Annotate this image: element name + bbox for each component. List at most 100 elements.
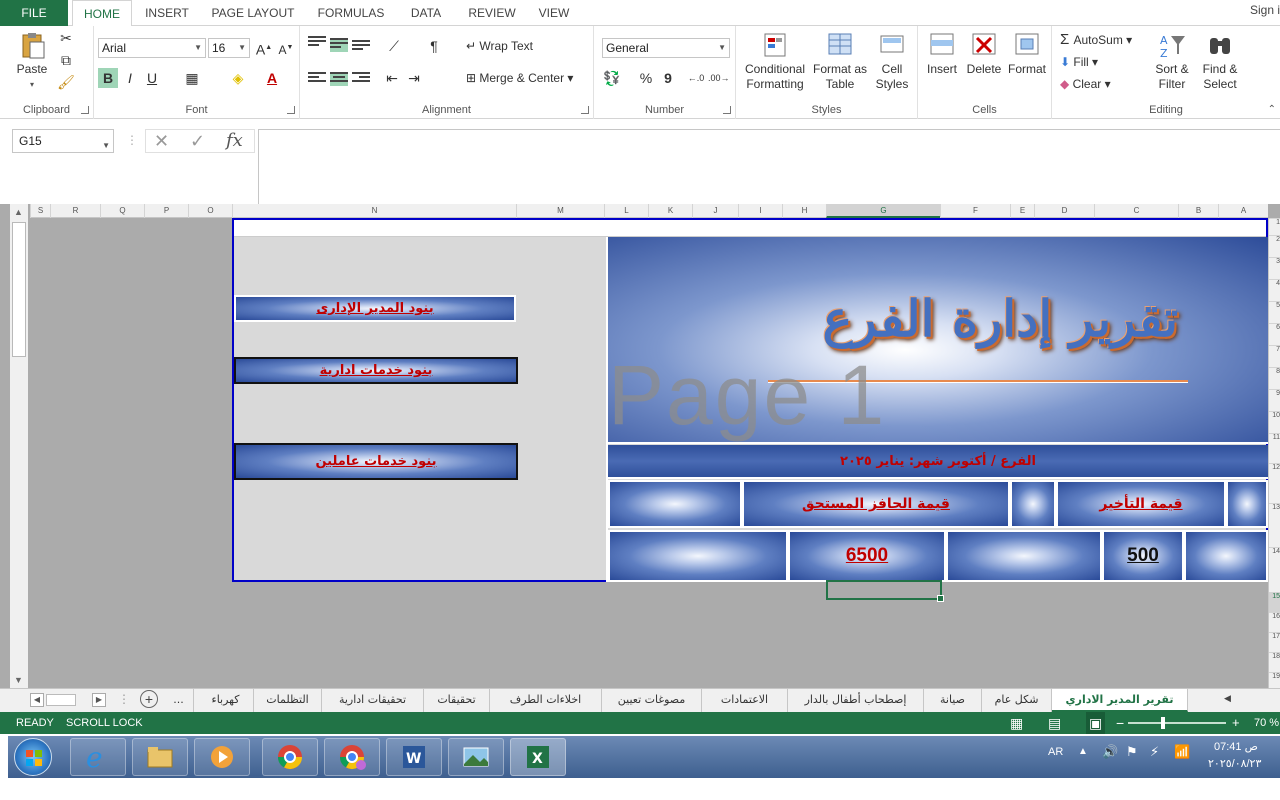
font-size-dropdown[interactable]: 16 ▼ [208, 38, 250, 58]
scroll-thumb[interactable] [12, 222, 26, 357]
sheet-tab[interactable]: الاعتمادات [702, 689, 788, 712]
column-header[interactable]: K [648, 204, 692, 218]
row-header[interactable]: 14 [1269, 547, 1280, 592]
scroll-down-icon[interactable]: ▼ [14, 675, 23, 685]
clock-time[interactable]: 07:41 ص [1214, 740, 1258, 753]
cell-styles-button[interactable]: Cell Styles [870, 30, 914, 92]
column-header[interactable]: O [188, 204, 232, 218]
network-icon[interactable]: 📶 [1174, 744, 1190, 760]
selected-cell-g15[interactable] [826, 580, 944, 602]
vertical-scrollbar[interactable]: ▲ ▼ [10, 204, 28, 688]
row-header[interactable]: 3 [1269, 257, 1280, 279]
paste-button[interactable]: Paste ▾ [12, 30, 52, 92]
row-header[interactable]: 12 [1269, 463, 1280, 503]
align-top-icon[interactable] [308, 36, 326, 50]
number-launcher[interactable] [723, 106, 731, 114]
fill-color-icon[interactable]: ◈ [228, 68, 248, 88]
row-header[interactable]: 10 [1269, 411, 1280, 433]
column-header-selected[interactable]: G [826, 204, 940, 218]
tab-file[interactable]: FILE [0, 0, 68, 26]
new-sheet-icon[interactable]: + [140, 690, 158, 708]
row-header[interactable]: 4 [1269, 279, 1280, 301]
rtl-direction-icon[interactable]: ¶ [424, 36, 444, 56]
sheet-tab-more[interactable]: ... [164, 689, 194, 712]
windows-start-icon[interactable] [14, 738, 52, 776]
column-header[interactable]: S [30, 204, 50, 218]
sheet-tab-active[interactable]: تقرير المدير الاداري [1052, 689, 1188, 712]
sheet-tab[interactable]: تحقيقات [424, 689, 490, 712]
decrease-indent-icon[interactable]: ⇤ [382, 68, 402, 88]
italic-button[interactable]: I [120, 68, 140, 88]
cut-icon[interactable]: ✂ [56, 28, 76, 48]
tab-home[interactable]: HOME [72, 0, 132, 27]
column-header[interactable]: H [782, 204, 826, 218]
power-icon[interactable]: ⚡ [1150, 744, 1159, 760]
admin-manager-items-button[interactable]: بنود المدير الإدارى [234, 295, 516, 322]
sheet-tab[interactable]: التظلمات [254, 689, 322, 712]
sheet-tab[interactable]: شكل عام [982, 689, 1052, 712]
tab-insert[interactable]: INSERT [140, 0, 194, 26]
zoom-level[interactable]: 70 % [1254, 712, 1279, 734]
row-header[interactable]: 17 [1269, 632, 1280, 652]
format-cells-button[interactable]: Format [1006, 30, 1048, 77]
delete-cells-button[interactable]: Delete [964, 30, 1004, 77]
find-select-button[interactable]: Find & Select [1196, 30, 1244, 92]
sheet-tab[interactable]: صيانة [924, 689, 982, 712]
zoom-out-icon[interactable]: − [1116, 712, 1124, 734]
action-center-icon[interactable]: ⚑ [1126, 744, 1138, 760]
number-format-dropdown[interactable]: General ▼ [602, 38, 730, 58]
horizontal-scrollbar[interactable] [46, 694, 76, 706]
row-header[interactable]: 13 [1269, 503, 1280, 547]
cancel-icon[interactable]: ✕ [154, 130, 169, 152]
incentive-value[interactable]: 6500 [788, 530, 946, 582]
formula-input[interactable] [258, 129, 1280, 211]
column-header[interactable]: A [1218, 204, 1268, 218]
row-header[interactable]: 5 [1269, 301, 1280, 323]
insert-function-icon[interactable]: fx [226, 130, 243, 152]
grow-font-icon[interactable]: A▲ [254, 38, 274, 58]
autosum-button[interactable]: Σ AutoSum ▾ [1060, 30, 1132, 50]
clipboard-launcher[interactable] [81, 106, 89, 114]
row-header[interactable]: 11 [1269, 433, 1280, 463]
align-left-icon[interactable] [308, 72, 326, 86]
column-header[interactable]: D [1034, 204, 1094, 218]
volume-icon[interactable]: 🔊 [1102, 744, 1118, 760]
enter-icon[interactable]: ✓ [190, 130, 205, 152]
column-header[interactable]: I [738, 204, 782, 218]
sheet-scroll-right-icon[interactable]: ◀ [1224, 693, 1231, 704]
sort-filter-button[interactable]: AZ Sort & Filter [1150, 30, 1194, 92]
font-launcher[interactable] [287, 106, 295, 114]
word-icon[interactable]: W [386, 738, 442, 776]
photos-icon[interactable] [448, 738, 504, 776]
increase-decimal-icon[interactable]: ←.0 [686, 68, 706, 88]
row-header[interactable]: 2 [1269, 235, 1280, 257]
row-header[interactable]: 16 [1269, 612, 1280, 632]
column-header[interactable]: L [604, 204, 648, 218]
sheet-tab[interactable]: إصطحاب أطفال بالدار [788, 689, 924, 712]
copy-icon[interactable]: ⧉ [56, 50, 76, 70]
row-header[interactable]: 8 [1269, 367, 1280, 389]
row-header[interactable]: 18 [1269, 652, 1280, 672]
column-header[interactable]: M [516, 204, 604, 218]
admin-services-items-button[interactable]: بنود خدمات ادارية [234, 357, 518, 384]
row-header[interactable]: 6 [1269, 323, 1280, 345]
underline-button[interactable]: U [142, 68, 162, 88]
font-color-icon[interactable]: A [262, 68, 282, 88]
normal-view-icon[interactable]: ▦ [1010, 712, 1023, 734]
percent-style-button[interactable]: % [636, 68, 656, 88]
row-header[interactable]: 19 [1269, 672, 1280, 688]
conditional-formatting-button[interactable]: Conditional Formatting [740, 30, 810, 92]
ie-icon[interactable]: e [70, 738, 126, 776]
shrink-font-icon[interactable]: A▼ [276, 38, 296, 58]
column-header[interactable]: B [1178, 204, 1218, 218]
increase-indent-icon[interactable]: ⇥ [404, 68, 424, 88]
name-box[interactable]: G15 ▼ [12, 129, 114, 153]
fill-button[interactable]: ⬇ Fill ▾ [1060, 52, 1098, 72]
merge-center-button[interactable]: ⊞ Merge & Center ▾ [466, 68, 573, 88]
media-player-icon[interactable] [194, 738, 250, 776]
sheet-tab[interactable]: اخلاءات الطرف [490, 689, 602, 712]
wrap-text-button[interactable]: ↵ Wrap Text [466, 36, 533, 56]
align-right-icon[interactable] [352, 72, 370, 86]
align-center-icon[interactable] [330, 72, 348, 86]
font-name-dropdown[interactable]: Arial ▼ [98, 38, 206, 58]
